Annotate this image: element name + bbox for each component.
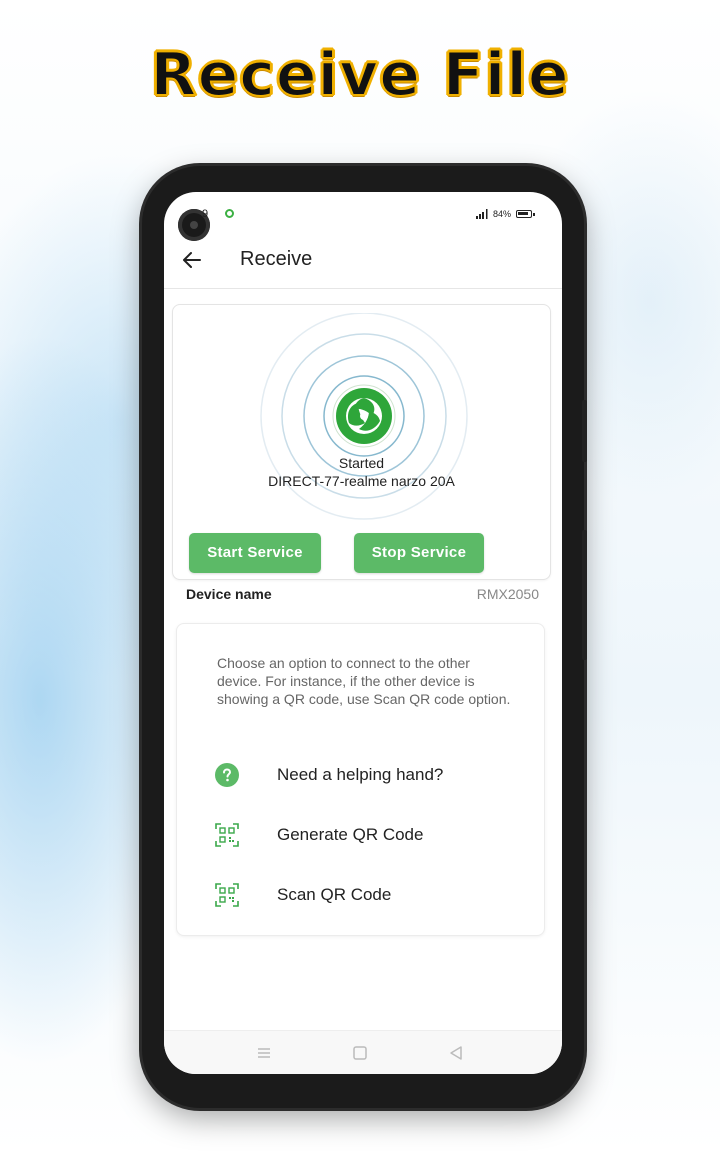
home-icon[interactable] bbox=[350, 1043, 370, 1063]
promo-headline: Receive File bbox=[149, 39, 570, 111]
volume-button bbox=[582, 400, 587, 462]
service-card: Started DIRECT-77-realme narzo 20A Start… bbox=[172, 304, 551, 580]
stop-service-button[interactable]: Stop Service bbox=[354, 533, 484, 573]
battery-icon bbox=[516, 210, 535, 218]
page-title: Receive bbox=[240, 248, 313, 270]
device-ssid: DIRECT-77-realme narzo 20A bbox=[268, 473, 455, 489]
app-bar: Receive bbox=[164, 236, 562, 289]
option-label: Scan QR Code bbox=[277, 885, 392, 904]
qr-code-icon bbox=[215, 823, 239, 847]
device-name-value: RMX2050 bbox=[476, 586, 539, 602]
battery-percent: 84% bbox=[493, 209, 512, 219]
option-help[interactable]: Need a helping hand? bbox=[201, 755, 531, 795]
option-scan-qr[interactable]: Scan QR Code bbox=[201, 875, 531, 915]
option-label: Generate QR Code bbox=[277, 825, 424, 844]
option-label: Need a helping hand? bbox=[277, 765, 444, 784]
power-button bbox=[582, 530, 587, 660]
radar-animation bbox=[260, 313, 468, 520]
arrow-left-icon[interactable] bbox=[178, 246, 206, 274]
status-time: 9 bbox=[202, 208, 209, 220]
status-bar: 9 84% bbox=[164, 192, 562, 241]
service-status: Started bbox=[338, 455, 385, 471]
qr-scan-icon bbox=[215, 883, 239, 907]
start-service-button[interactable]: Start Service bbox=[189, 533, 321, 573]
back-triangle-icon[interactable] bbox=[446, 1043, 466, 1063]
device-name-label: Device name bbox=[186, 586, 272, 602]
phone-screen: 9 84% Receive Started DIRECT-77-realme n… bbox=[164, 192, 562, 1074]
signal-icon bbox=[476, 209, 488, 219]
help-description: Choose an option to connect to the other… bbox=[217, 655, 511, 707]
notification-icon bbox=[225, 209, 234, 218]
help-circle-icon bbox=[215, 763, 239, 787]
connect-options-card: Choose an option to connect to the other… bbox=[176, 623, 545, 936]
system-nav-bar bbox=[164, 1030, 562, 1074]
menu-icon[interactable] bbox=[254, 1043, 274, 1063]
option-generate-qr[interactable]: Generate QR Code bbox=[201, 815, 531, 855]
share-logo-icon bbox=[332, 384, 396, 448]
